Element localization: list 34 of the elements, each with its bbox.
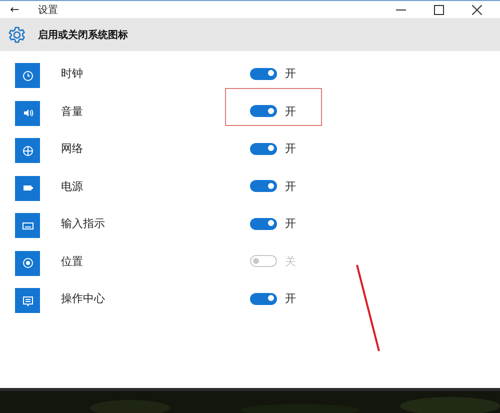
- toggle-state: 开: [285, 291, 296, 306]
- battery-icon: [15, 176, 40, 200]
- toggle-switch[interactable]: [250, 255, 277, 267]
- settings-icon: [8, 26, 26, 44]
- back-button[interactable]: ←: [10, 3, 38, 16]
- toggle-switch[interactable]: [250, 142, 277, 154]
- toggle-switch[interactable]: [250, 180, 277, 192]
- clock-icon: [15, 63, 40, 88]
- toggle-state: 开: [285, 216, 296, 231]
- setting-label: 网络: [61, 141, 84, 156]
- message-icon: [15, 288, 40, 313]
- toggle-switch[interactable]: [250, 105, 277, 117]
- toggle-switch[interactable]: [250, 68, 277, 80]
- setting-label: 音量: [61, 104, 84, 118]
- close-icon[interactable]: [472, 4, 482, 14]
- globe-icon: [15, 138, 40, 163]
- keyboard-icon: [15, 213, 40, 238]
- maximize-icon[interactable]: [434, 4, 444, 14]
- setting-label: 位置: [61, 254, 84, 268]
- toggle-switch[interactable]: [250, 292, 277, 304]
- speaker-icon: [15, 100, 40, 126]
- setting-label: 操作中心: [61, 291, 106, 306]
- setting-label: 电源: [61, 178, 84, 194]
- window-title: 设置: [38, 4, 58, 16]
- setting-label: 时钟: [61, 66, 84, 81]
- page-title: 启用或关闭系统图标: [38, 28, 128, 42]
- toggle-state: 开: [285, 66, 296, 81]
- toggle-state: 开: [285, 141, 296, 156]
- setting-label: 输入指示: [61, 216, 106, 231]
- toggle-switch[interactable]: [250, 218, 277, 230]
- toggle-state: 开: [285, 104, 296, 118]
- location-icon: [15, 250, 40, 276]
- toggle-state: 关: [285, 254, 296, 268]
- toggle-state: 开: [285, 178, 296, 194]
